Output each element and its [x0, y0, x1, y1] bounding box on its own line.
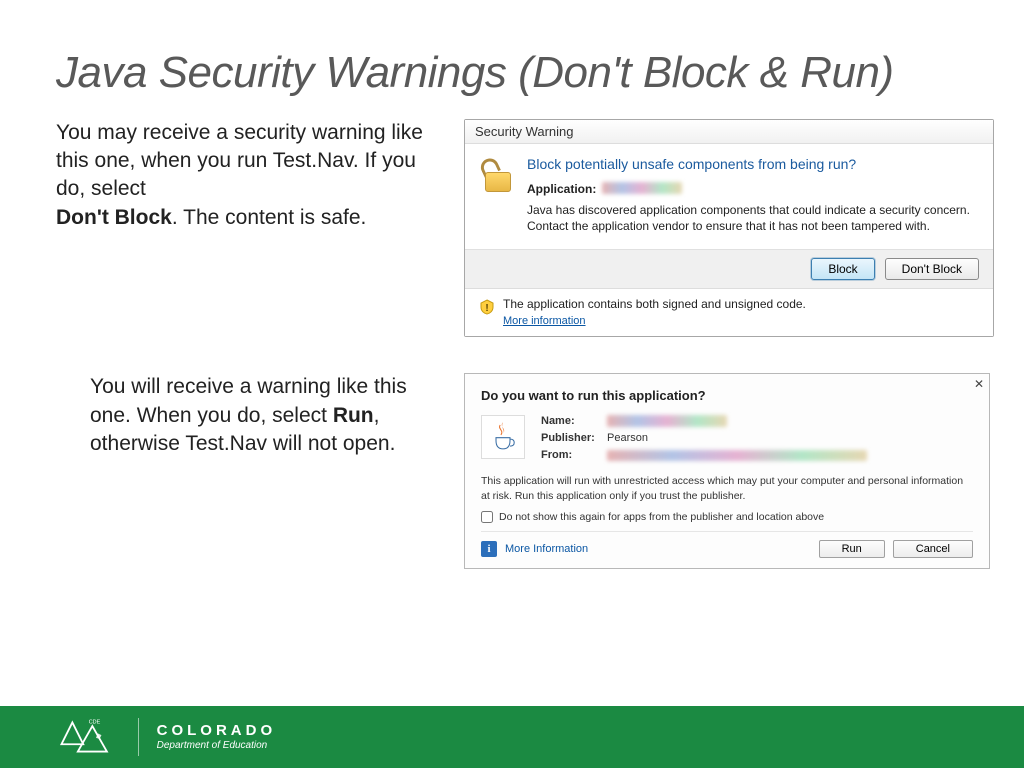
do-not-show-again-input[interactable] [481, 511, 493, 523]
checkbox-label: Do not show this again for apps from the… [499, 511, 824, 523]
unlock-icon [481, 158, 515, 192]
application-value-redacted [602, 182, 682, 194]
p2-bold: Run [333, 404, 374, 427]
p1-bold: Don't Block [56, 206, 172, 229]
slide-title: Java Security Warnings (Don't Block & Ru… [56, 48, 968, 99]
dialog2-description: This application will run with unrestric… [481, 474, 973, 502]
warning-shield-icon: ! [479, 299, 495, 315]
dialog1-question: Block potentially unsafe components from… [527, 156, 977, 172]
java-cup-icon [481, 415, 525, 459]
name-value-redacted [607, 415, 727, 427]
application-label: Application: [527, 182, 596, 196]
cancel-button[interactable]: Cancel [893, 540, 973, 558]
p1-pre: You may receive a security warning like … [56, 121, 423, 201]
paragraph-1: You may receive a security warning like … [56, 119, 436, 232]
dialog1-description: Java has discovered application componen… [527, 202, 977, 236]
dialog2-question: Do you want to run this application? [481, 388, 973, 403]
badge-label: CDE [89, 719, 101, 725]
footer-divider [138, 718, 139, 756]
publisher-label: Publisher: [541, 432, 597, 444]
row-security-warning: You may receive a security warning like … [56, 119, 968, 338]
name-label: Name: [541, 415, 597, 427]
dont-block-button[interactable]: Don't Block [885, 258, 979, 280]
security-warning-dialog: Security Warning Block potentially unsaf… [464, 119, 994, 338]
more-information-link-2[interactable]: More Information [505, 543, 811, 555]
cde-logo: CDE [56, 717, 120, 757]
p1-post: . The content is safe. [172, 206, 367, 229]
row-run-application: You will receive a warning like this one… [56, 373, 968, 568]
run-button[interactable]: Run [819, 540, 885, 558]
dialog1-titlebar: Security Warning [465, 120, 993, 144]
footer-brand: COLORADO [157, 723, 277, 740]
info-icon: i [481, 541, 497, 557]
from-value-redacted [607, 450, 867, 461]
more-information-link[interactable]: More information [503, 315, 586, 327]
close-icon[interactable]: ✕ [974, 377, 984, 391]
svg-text:!: ! [485, 303, 488, 314]
footer-department: Department of Education [157, 740, 277, 751]
from-label: From: [541, 449, 597, 461]
do-not-show-again-checkbox[interactable]: Do not show this again for apps from the… [481, 511, 973, 523]
run-application-dialog: ✕ Do you want to run this application? N… [464, 373, 990, 568]
paragraph-2: You will receive a warning like this one… [56, 373, 436, 458]
slide-footer: CDE COLORADO Department of Education [0, 706, 1024, 768]
publisher-value: Pearson [607, 432, 648, 444]
block-button[interactable]: Block [811, 258, 874, 280]
slide: Java Security Warnings (Don't Block & Ru… [0, 0, 1024, 768]
signed-unsigned-text: The application contains both signed and… [503, 297, 806, 313]
